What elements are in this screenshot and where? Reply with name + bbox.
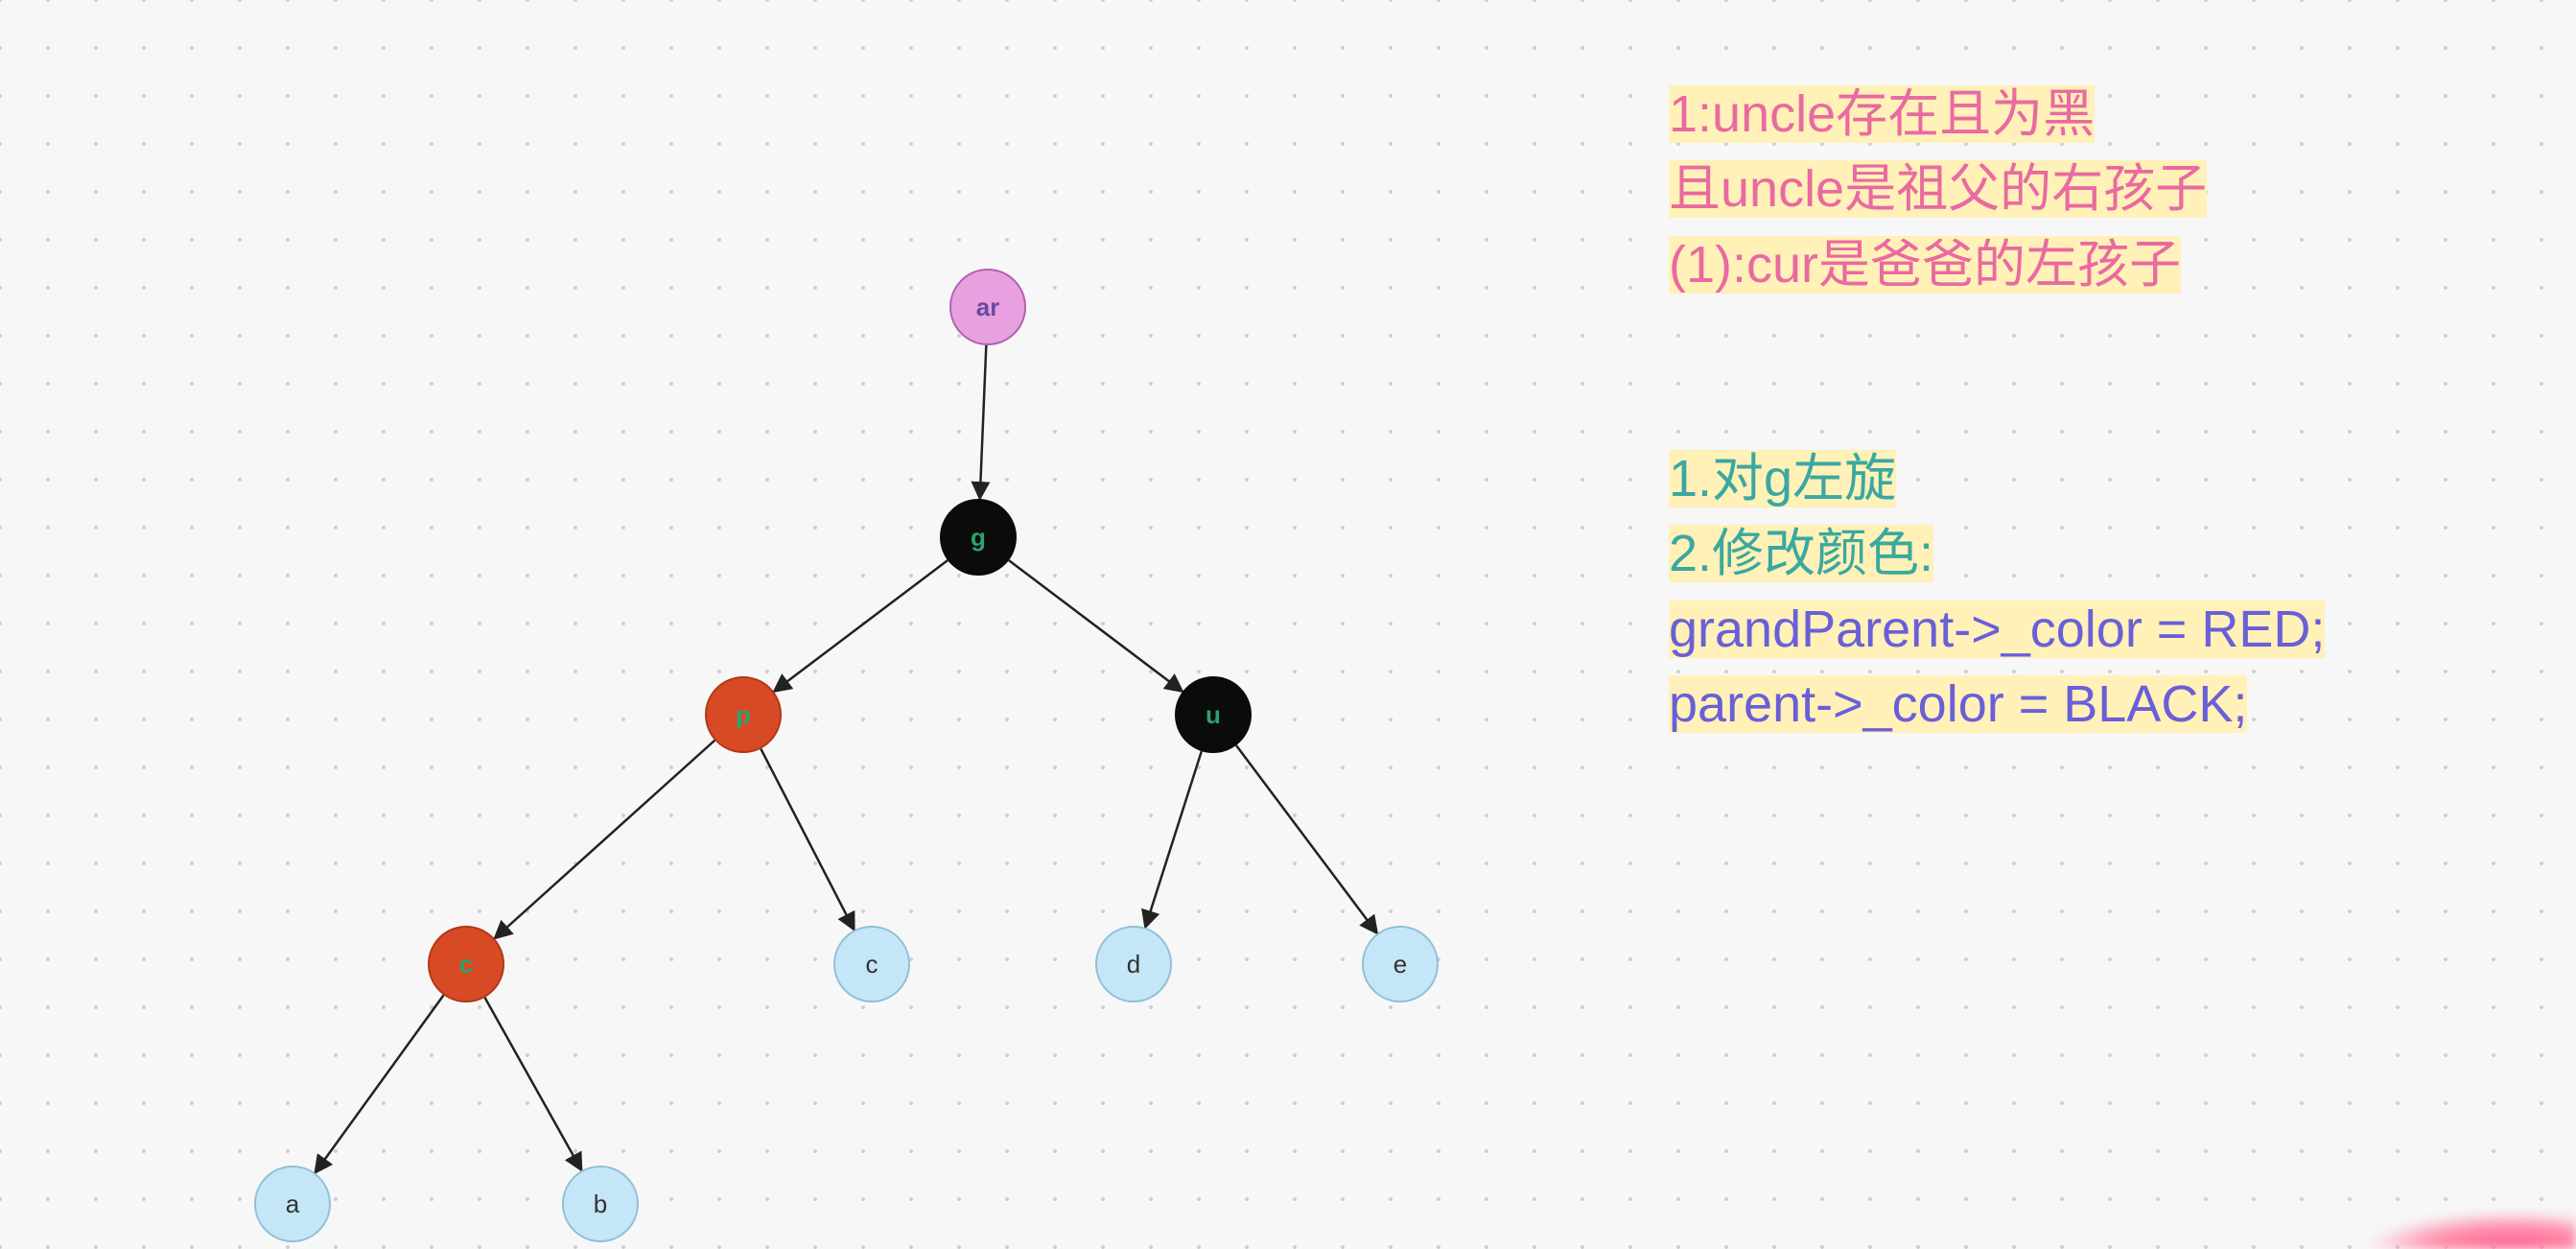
corner-accent [2365,1211,2576,1249]
diagram-canvas: ar g p u c c d e a b 1:uncle存在且为黑 且uncle… [0,0,2576,1249]
node-b[interactable]: b [562,1166,639,1242]
caption-line: 且uncle是祖父的右孩子 [1669,160,2207,218]
node-ar[interactable]: ar [949,269,1026,345]
node-g[interactable]: g [940,499,1017,576]
node-label: b [594,1190,607,1219]
caption-line: 1:uncle存在且为黑 [1669,85,2095,143]
node-c-red[interactable]: c [428,926,504,1002]
node-d[interactable]: d [1095,926,1172,1002]
node-label: d [1127,950,1140,979]
caption-line: parent->_color = BLACK; [1669,675,2247,733]
node-label: c [459,950,473,979]
node-p[interactable]: p [705,676,782,753]
caption-line: 2.修改颜色: [1669,525,1933,582]
caption-line: (1):cur是爸爸的左孩子 [1669,236,2181,294]
node-cc[interactable]: c [833,926,910,1002]
node-label: e [1393,950,1407,979]
node-label: u [1206,700,1221,730]
node-label: p [736,700,751,730]
caption-line: 1.对g左旋 [1669,450,1896,507]
node-label: c [866,950,878,979]
node-label: a [286,1190,299,1219]
node-e[interactable]: e [1362,926,1439,1002]
caption-condition: 1:uncle存在且为黑 且uncle是祖父的右孩子 (1):cur是爸爸的左孩… [1669,77,2207,302]
caption-line: grandParent->_color = RED; [1669,601,2325,658]
node-label: ar [976,293,1000,322]
node-u[interactable]: u [1175,676,1252,753]
node-label: g [971,523,986,553]
node-a[interactable]: a [254,1166,331,1242]
caption-steps: 1.对g左旋 2.修改颜色: grandParent->_color = RED… [1669,441,2325,742]
